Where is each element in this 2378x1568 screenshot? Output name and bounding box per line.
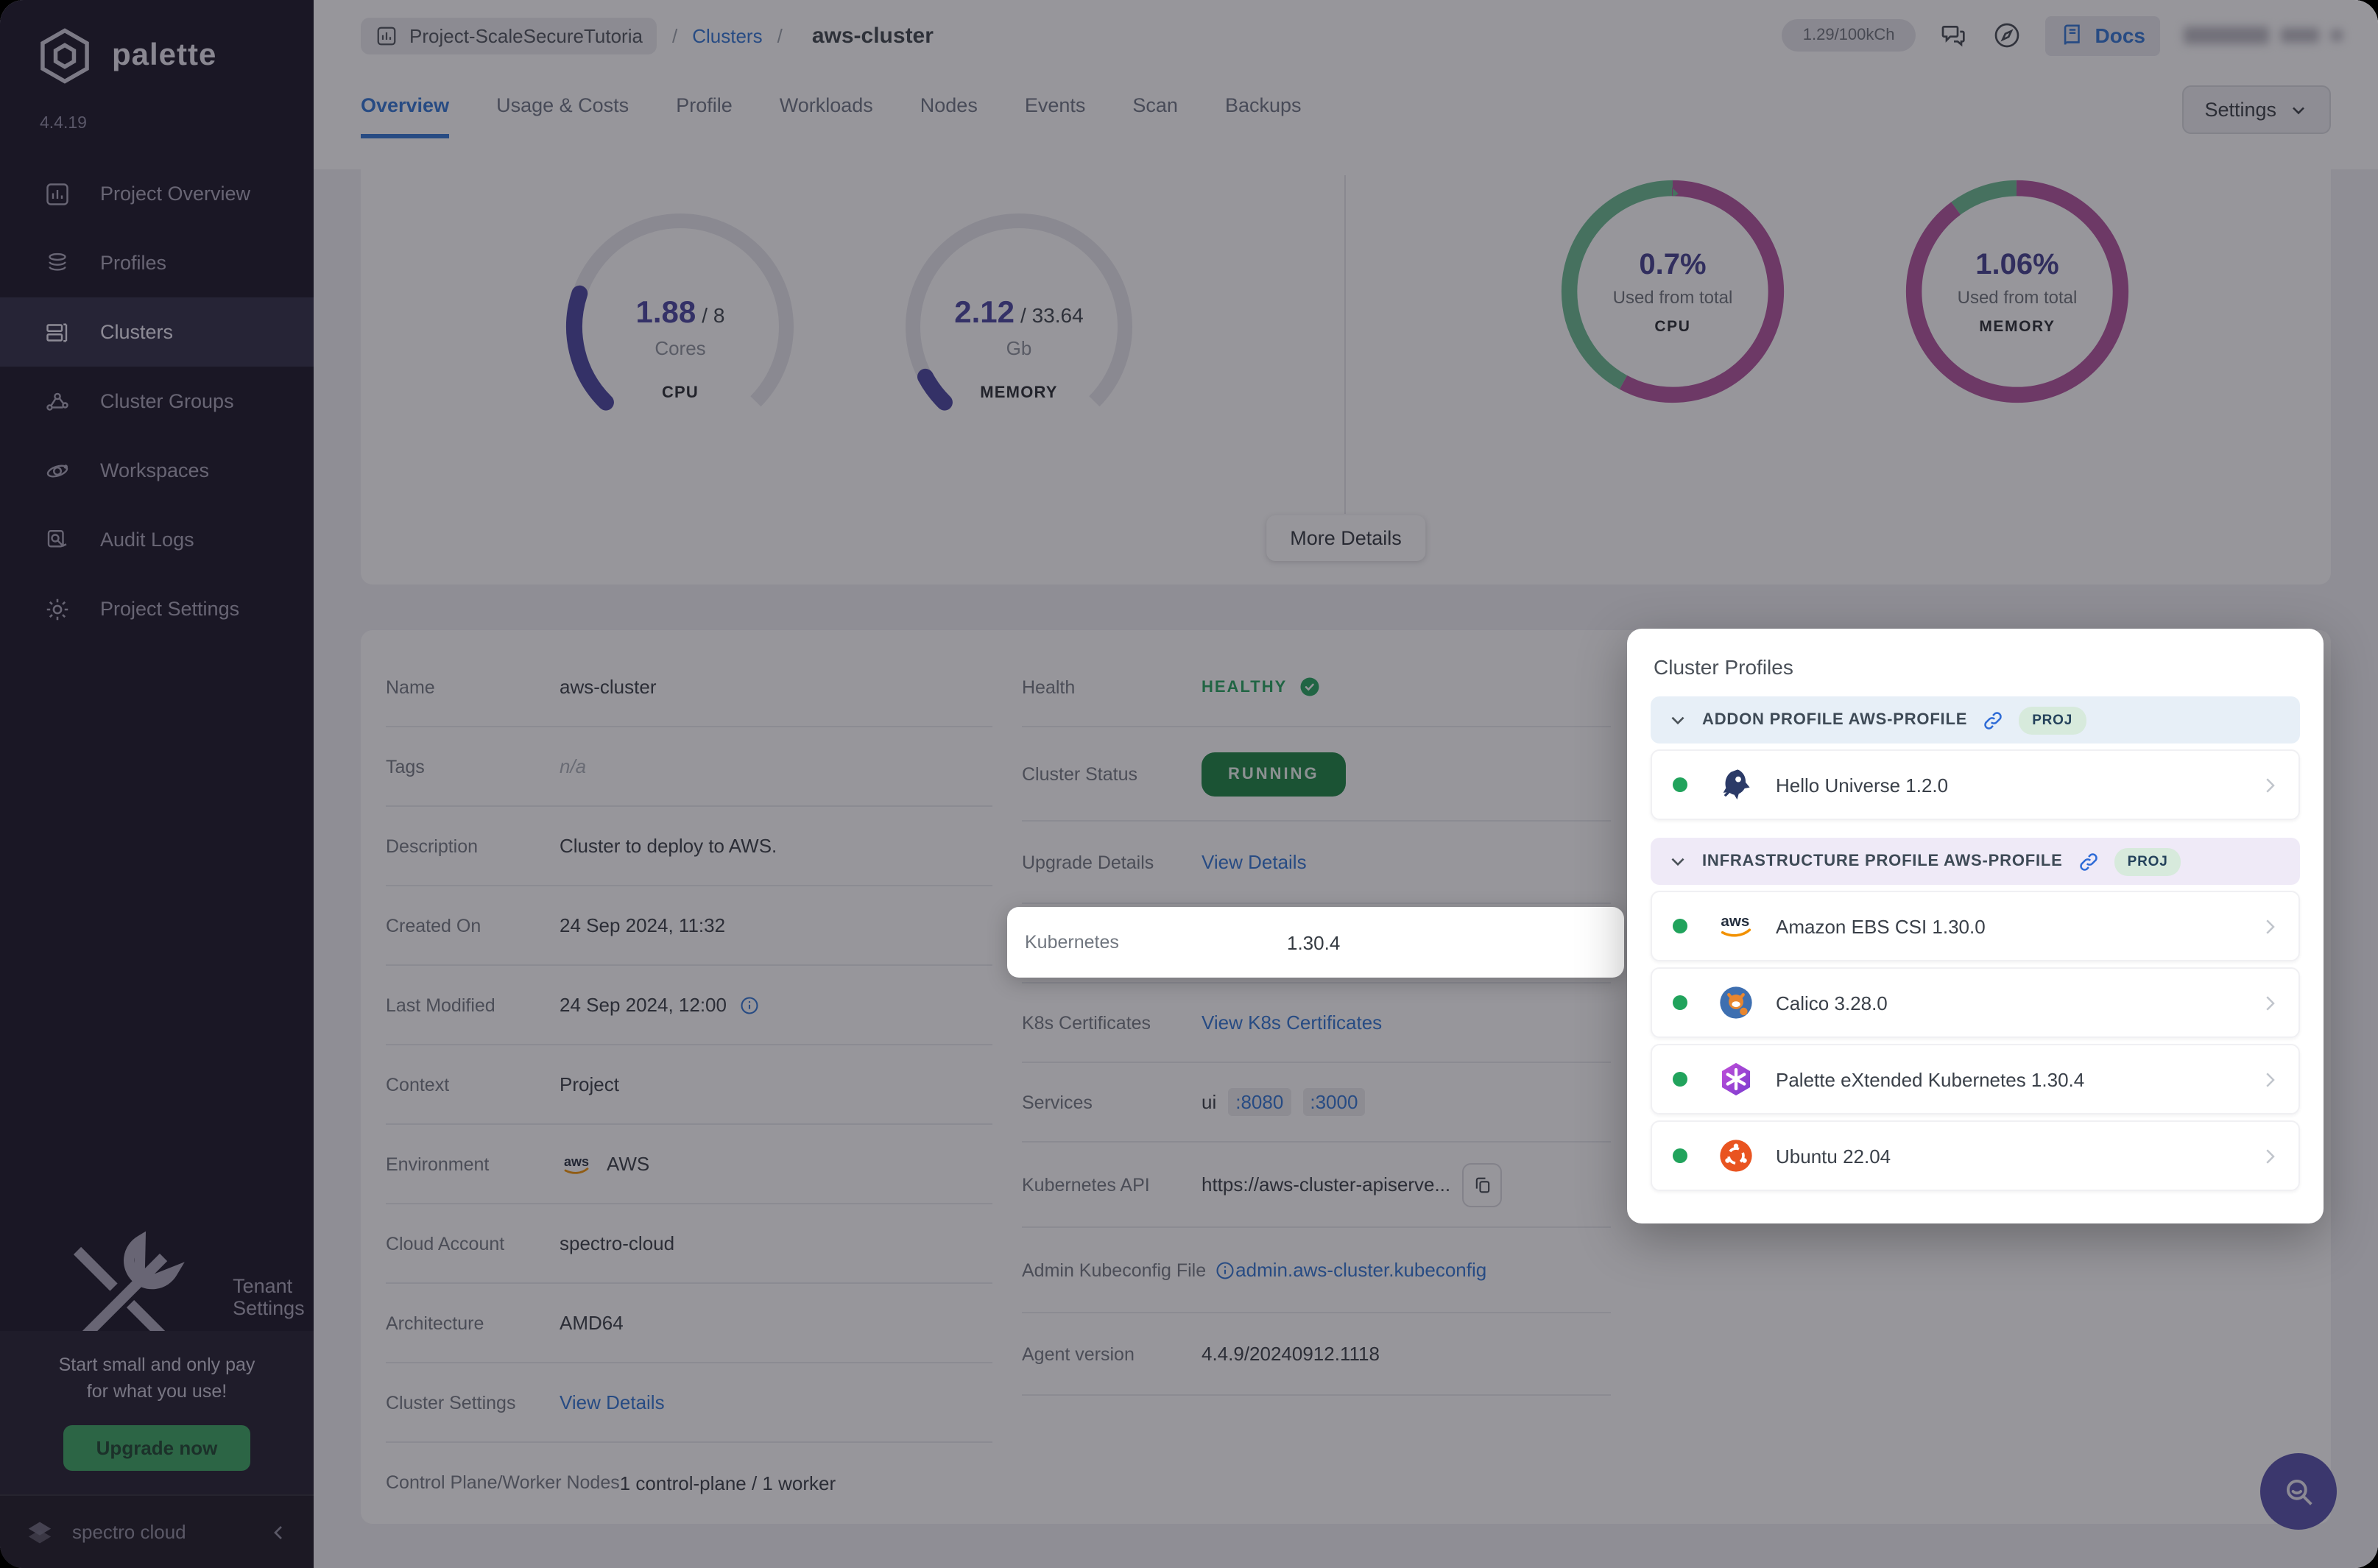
chevron-right-icon — [2266, 995, 2275, 1010]
app-window: palette 4.4.19 Project Overview Profiles… — [0, 0, 2378, 1568]
ubuntu-icon — [1720, 1140, 1752, 1172]
infrastructure-profile-accordion-header[interactable]: INFRASTRUCTURE PROFILE AWS-PROFILE PROJ — [1651, 838, 2300, 885]
kubernetes-version: 1.30.4 — [1287, 931, 1341, 953]
palette-xk-icon — [1721, 1062, 1751, 1096]
kubernetes-label: Kubernetes — [1025, 932, 1119, 953]
profile-pack-row-amazon-ebs-csi[interactable]: aws Amazon EBS CSI 1.30.0 — [1651, 891, 2300, 961]
link-icon[interactable] — [2078, 850, 2100, 872]
profile-pack-row-calico[interactable]: Calico 3.28.0 — [1651, 967, 2300, 1038]
pack-status-dot — [1673, 777, 1687, 792]
chevron-right-icon — [2266, 1148, 2275, 1163]
chevron-down-icon — [1671, 857, 1684, 866]
profile-pack-row-palette-extended-kubernetes[interactable]: Palette eXtended Kubernetes 1.30.4 — [1651, 1044, 2300, 1115]
proj-scope-badge: PROJ — [2019, 706, 2086, 734]
chevron-down-icon — [1671, 716, 1684, 724]
calico-icon — [1720, 986, 1752, 1019]
cluster-profiles-title: Cluster Profiles — [1654, 655, 1793, 679]
chevron-right-icon — [2266, 1072, 2275, 1087]
hello-universe-icon — [1723, 769, 1750, 800]
proj-scope-badge: PROJ — [2114, 847, 2181, 875]
pack-name: Calico 3.28.0 — [1776, 992, 1888, 1014]
pack-name: Ubuntu 22.04 — [1776, 1145, 1891, 1167]
profile-pack-row-ubuntu[interactable]: Ubuntu 22.04 — [1651, 1120, 2300, 1191]
kubernetes-spotlight-row[interactable]: Kubernetes 1.30.4 — [1007, 907, 1624, 978]
link-icon[interactable] — [1982, 709, 2004, 731]
infrastructure-profile-label: INFRASTRUCTURE PROFILE AWS-PROFILE — [1702, 852, 2063, 870]
pack-status-dot — [1673, 919, 1687, 933]
pack-name: Amazon EBS CSI 1.30.0 — [1776, 915, 1986, 937]
aws-logo-icon: aws — [1721, 913, 1751, 937]
addon-profile-accordion-header[interactable]: ADDON PROFILE AWS-PROFILE PROJ — [1651, 696, 2300, 744]
chevron-right-icon — [2266, 919, 2275, 933]
pack-name: Hello Universe 1.2.0 — [1776, 774, 1949, 796]
addon-profile-label: ADDON PROFILE AWS-PROFILE — [1702, 711, 1968, 729]
pack-status-dot — [1673, 995, 1687, 1010]
pack-status-dot — [1673, 1148, 1687, 1163]
chevron-right-icon — [2266, 777, 2275, 792]
svg-text:aws: aws — [1721, 913, 1749, 930]
cluster-profiles-panel: Cluster Profiles ADDON PROFILE AWS-PROFI… — [1627, 629, 2324, 1223]
pack-status-dot — [1673, 1072, 1687, 1087]
profile-pack-row-hello-universe[interactable]: Hello Universe 1.2.0 — [1651, 749, 2300, 820]
pack-name: Palette eXtended Kubernetes 1.30.4 — [1776, 1068, 2085, 1090]
